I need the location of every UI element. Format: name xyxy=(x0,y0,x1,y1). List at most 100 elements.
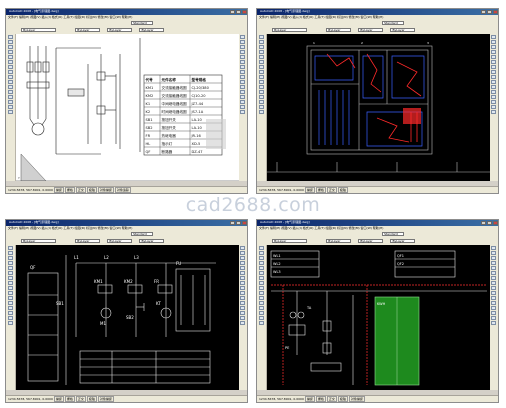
chamfer-icon[interactable] xyxy=(491,95,496,99)
table-icon[interactable] xyxy=(259,311,264,315)
mtext-icon[interactable] xyxy=(8,316,13,320)
close-button[interactable] xyxy=(493,10,498,14)
trim-icon[interactable] xyxy=(491,80,496,84)
polar-toggle[interactable]: 极轴 xyxy=(86,187,97,193)
extend-icon[interactable] xyxy=(491,85,496,89)
otrack-toggle[interactable]: 对象追踪 xyxy=(114,187,131,193)
polygon-icon[interactable] xyxy=(259,45,264,49)
grid-toggle[interactable]: 栅格 xyxy=(315,187,326,193)
xline-icon[interactable] xyxy=(8,110,13,114)
text-style-combo[interactable]: Standard xyxy=(382,21,405,25)
circle-icon[interactable] xyxy=(259,60,264,64)
table-icon[interactable] xyxy=(8,100,13,104)
mtext-icon[interactable] xyxy=(259,316,264,320)
polar-toggle[interactable]: 极轴 xyxy=(86,396,97,402)
snap-toggle[interactable]: 捕捉 xyxy=(53,396,64,402)
arc-icon[interactable] xyxy=(259,55,264,59)
offset-icon[interactable] xyxy=(240,50,245,54)
join-icon[interactable] xyxy=(491,110,496,114)
maximize-button[interactable] xyxy=(236,221,241,225)
polygon-icon[interactable] xyxy=(8,256,13,260)
point-icon[interactable] xyxy=(8,85,13,89)
scale-icon[interactable] xyxy=(491,281,496,285)
trim-icon[interactable] xyxy=(240,291,245,295)
array-icon[interactable] xyxy=(240,55,245,59)
draw-toolbar[interactable] xyxy=(257,245,267,390)
spline-icon[interactable] xyxy=(8,276,13,280)
mirror-icon[interactable] xyxy=(491,256,496,260)
insert-block-icon[interactable] xyxy=(8,75,13,79)
maximize-button[interactable] xyxy=(487,221,492,225)
fillet-icon[interactable] xyxy=(491,100,496,104)
stretch-icon[interactable] xyxy=(240,286,245,290)
polygon-icon[interactable] xyxy=(8,45,13,49)
stretch-icon[interactable] xyxy=(491,286,496,290)
offset-icon[interactable] xyxy=(491,50,496,54)
snap-toggle[interactable]: 捕捉 xyxy=(304,396,315,402)
point-icon[interactable] xyxy=(259,85,264,89)
insert-block-icon[interactable] xyxy=(8,286,13,290)
xline-icon[interactable] xyxy=(259,110,264,114)
line-icon[interactable] xyxy=(259,35,264,39)
arc-icon[interactable] xyxy=(259,266,264,270)
scale-icon[interactable] xyxy=(491,70,496,74)
ellipse-icon[interactable] xyxy=(8,281,13,285)
hatch-icon[interactable] xyxy=(8,301,13,305)
offset-icon[interactable] xyxy=(240,261,245,265)
erase-icon[interactable] xyxy=(240,246,245,250)
region-icon[interactable] xyxy=(8,95,13,99)
explode-icon[interactable] xyxy=(240,105,245,109)
minimize-button[interactable] xyxy=(481,10,486,14)
region-icon[interactable] xyxy=(259,306,264,310)
erase-icon[interactable] xyxy=(240,35,245,39)
layer-combo[interactable]: ByLayer xyxy=(21,239,57,243)
rectangle-icon[interactable] xyxy=(259,261,264,265)
join-icon[interactable] xyxy=(491,321,496,325)
layer-combo[interactable]: ByLayer xyxy=(272,239,308,243)
ortho-toggle[interactable]: 正交 xyxy=(75,187,86,193)
drawing-area[interactable]: WL1 WL2 WL3 QF1 QF2 KWH TA PE xyxy=(267,245,490,390)
drawing-area[interactable]: 1 2 3 xyxy=(267,34,490,181)
mirror-icon[interactable] xyxy=(240,45,245,49)
explode-icon[interactable] xyxy=(491,316,496,320)
grid-toggle[interactable]: 栅格 xyxy=(315,396,326,402)
copy-object-icon[interactable] xyxy=(240,40,245,44)
ortho-toggle[interactable]: 正交 xyxy=(326,396,337,402)
join-icon[interactable] xyxy=(240,321,245,325)
drawing-area[interactable]: 代号 元件名称 型号规格 KM1 交流接触器线圈 CJ-20/380 KM2 交流接触器线圈 C… xyxy=(16,34,239,181)
chamfer-icon[interactable] xyxy=(240,95,245,99)
extend-icon[interactable] xyxy=(240,296,245,300)
move-icon[interactable] xyxy=(240,60,245,64)
close-button[interactable] xyxy=(493,221,498,225)
snap-toggle[interactable]: 捕捉 xyxy=(53,187,64,193)
polar-toggle[interactable]: 极轴 xyxy=(337,396,348,402)
point-icon[interactable] xyxy=(8,296,13,300)
break-icon[interactable] xyxy=(491,90,496,94)
erase-icon[interactable] xyxy=(491,35,496,39)
ortho-toggle[interactable]: 正交 xyxy=(326,187,337,193)
point-icon[interactable] xyxy=(259,296,264,300)
break-icon[interactable] xyxy=(240,90,245,94)
polyline-icon[interactable] xyxy=(8,40,13,44)
copy-object-icon[interactable] xyxy=(491,251,496,255)
hatch-icon[interactable] xyxy=(259,301,264,305)
rotate-icon[interactable] xyxy=(240,276,245,280)
table-icon[interactable] xyxy=(8,311,13,315)
osnap-toggle[interactable]: 对象捕捉 xyxy=(97,396,114,402)
mtext-icon[interactable] xyxy=(8,105,13,109)
fillet-icon[interactable] xyxy=(491,311,496,315)
hatch-icon[interactable] xyxy=(259,90,264,94)
hatch-icon[interactable] xyxy=(8,90,13,94)
region-icon[interactable] xyxy=(259,95,264,99)
break-icon[interactable] xyxy=(240,301,245,305)
color-combo[interactable]: ByLayer xyxy=(75,28,101,32)
copy-object-icon[interactable] xyxy=(240,251,245,255)
rotate-icon[interactable] xyxy=(491,276,496,280)
minimize-button[interactable] xyxy=(230,221,235,225)
color-combo[interactable]: ByLayer xyxy=(326,28,352,32)
osnap-toggle[interactable]: 对象捕捉 xyxy=(348,396,365,402)
region-icon[interactable] xyxy=(8,306,13,310)
line-icon[interactable] xyxy=(8,246,13,250)
drawing-area[interactable]: L1 L2 L3 KM1 KM2 FR SB1 SB2 KT QF M1 FU xyxy=(16,245,239,390)
polyline-icon[interactable] xyxy=(259,40,264,44)
